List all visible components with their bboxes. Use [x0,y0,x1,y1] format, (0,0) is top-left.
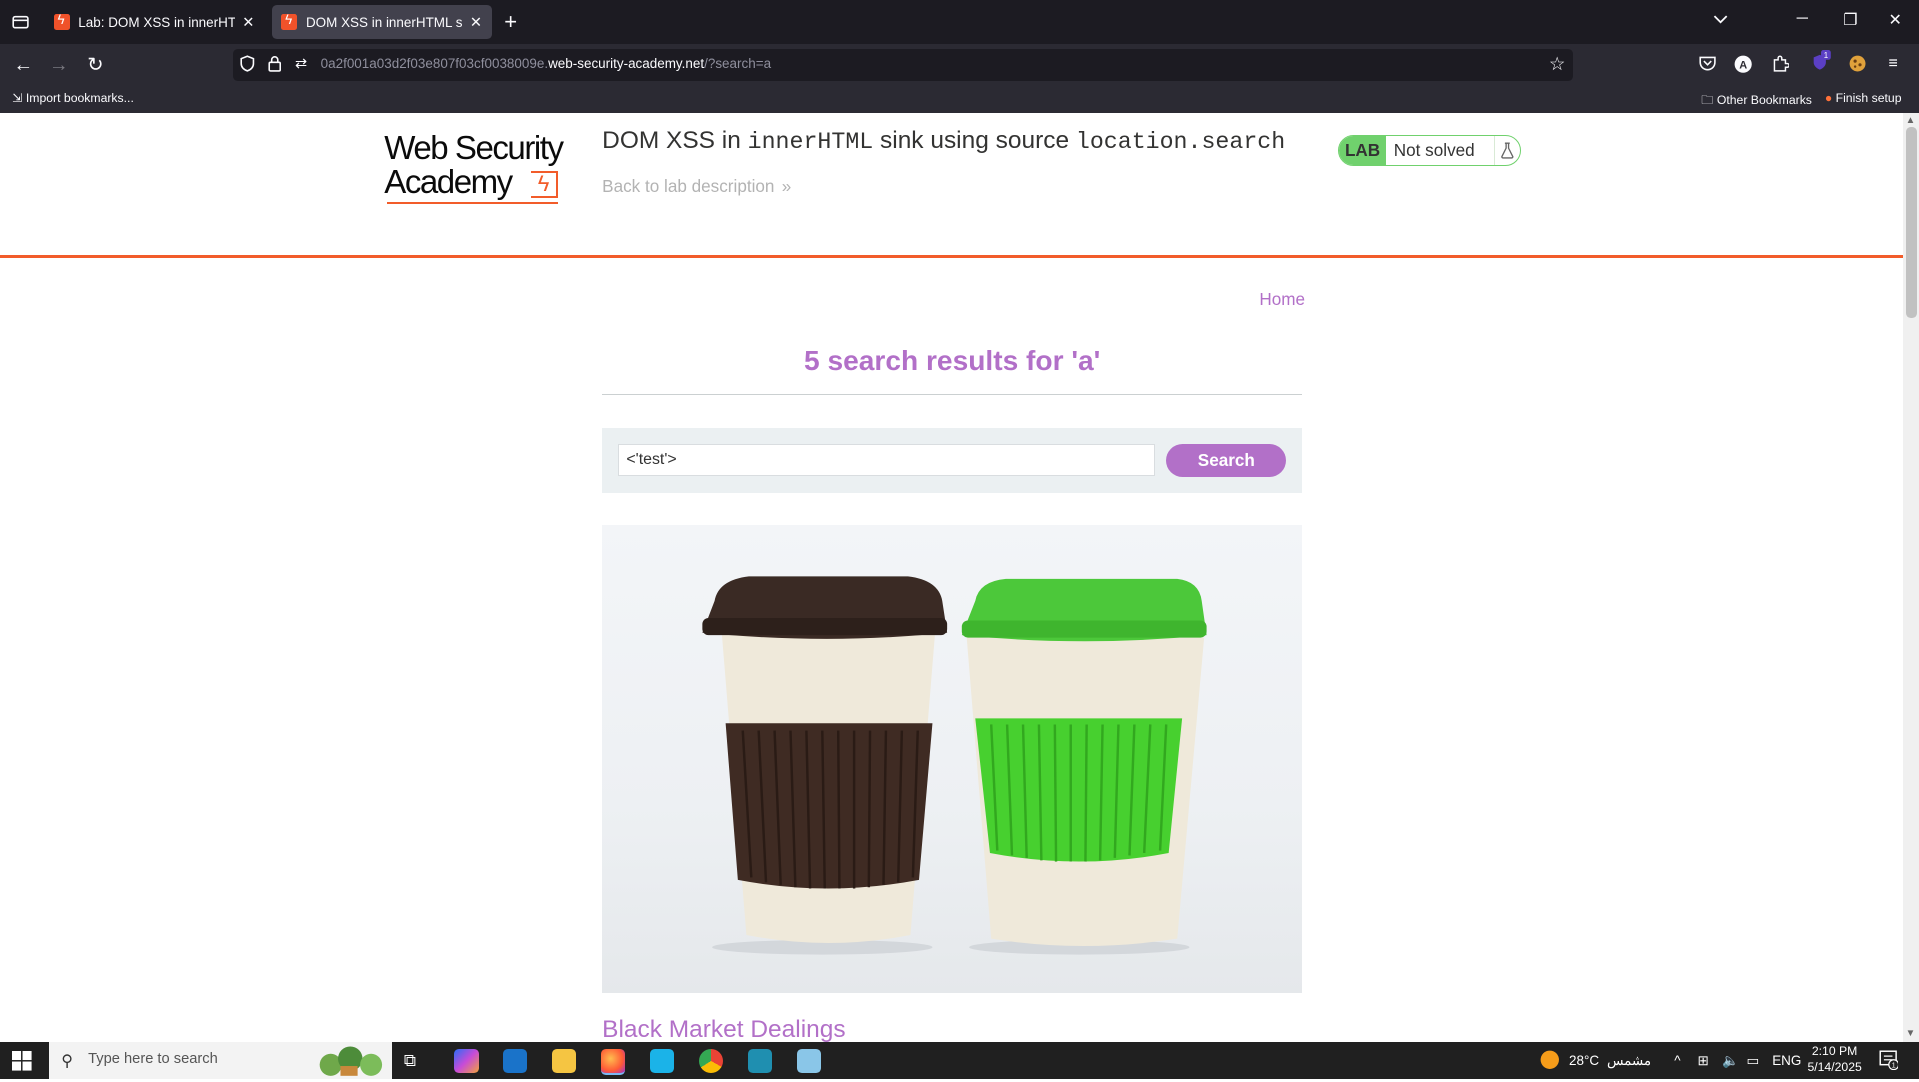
tab-overflow-chevron-icon[interactable] [1712,10,1729,32]
close-tab-icon[interactable]: ✕ [242,14,254,31]
page-content: Web Security Academy ϟ DOM XSS in innerH… [0,112,1904,1042]
temperature[interactable]: 28°C [1569,1053,1599,1068]
finish-setup-button[interactable]: ● Finish setup [1825,91,1902,105]
flask-icon [1495,136,1520,166]
lab-status-text: Not solved [1386,135,1496,166]
results-divider [602,394,1303,396]
windows-taskbar: ⚲ Type here to search ⧉ 28°C مشمس ^ ⊞ 🔈 … [0,1041,1919,1082]
post-title-link[interactable]: Black Market Dealings [602,1016,845,1042]
logo-underline [386,201,559,205]
search-button[interactable]: Search [1166,444,1287,478]
microsoft-store-icon[interactable] [503,1048,528,1074]
extension-badge-count: 1 [1824,51,1829,60]
search-highlight-icon [316,1044,387,1082]
extensions-puzzle-icon[interactable] [1772,55,1791,77]
lab-title: DOM XSS in innerHTML sink using source l… [602,127,1286,156]
tab-lab-active[interactable]: DOM XSS in innerHTML sink using source l… [271,4,492,40]
other-bookmarks-button[interactable]: 🗀 Other Bookmarks [1701,91,1812,112]
reload-icon[interactable]: ↻ [82,53,109,77]
tab-lab-description[interactable]: Lab: DOM XSS in innerHTML sink using sou… [44,5,264,39]
display-icon[interactable]: ▭ [1747,1053,1760,1069]
page-scrollbar[interactable]: ▲ ▼ [1903,112,1919,1042]
network-icon[interactable]: ⊞ [1698,1053,1709,1069]
taskbar-search-box[interactable]: ⚲ Type here to search [48,1041,392,1082]
logo-line1: Web Security [384,130,564,168]
close-tab-icon[interactable]: ✕ [470,14,482,31]
tab-list-icon[interactable] [7,9,34,36]
new-tab-icon[interactable]: + [504,9,517,34]
volume-icon[interactable]: 🔈 [1722,1053,1739,1069]
bookmark-star-icon[interactable]: ☆ [1549,53,1565,75]
portswigger-favicon-icon [281,12,298,30]
clock-time: 2:10 PM [1811,1043,1858,1058]
hamburger-menu-icon[interactable]: ≡ [1888,55,1897,73]
header-divider [0,254,1904,259]
coffee-cups-illustration [702,576,1207,955]
svg-text:A: A [1739,59,1747,71]
tray-overflow-chevron-icon[interactable]: ^ [1674,1053,1680,1068]
tracking-shield-icon[interactable] [240,55,255,76]
weather-sun-icon[interactable] [1540,1050,1560,1073]
browser-navigation-bar: ← → ↻ ⇄ 0a2f001a03d2f03e807f03cf0038009e… [0,44,1919,86]
folder-icon: 🗀 [1701,92,1717,107]
url-text: 0a2f001a03d2f03e807f03cf0038009e.web-sec… [320,56,772,72]
post-image[interactable] [602,525,1303,993]
import-bookmarks-button[interactable]: ⇲ Import bookmarks... [12,91,134,105]
tab-title: Lab: DOM XSS in innerHTML sink using sou… [78,14,235,30]
burp-suite-icon[interactable] [649,1048,675,1074]
finish-setup-label: Finish setup [1835,90,1902,105]
notes-app-icon[interactable] [796,1048,822,1074]
scrollbar-thumb[interactable] [1905,127,1917,319]
scroll-up-icon[interactable]: ▲ [1906,115,1916,126]
file-explorer-icon[interactable] [551,1048,577,1074]
permissions-icon[interactable]: ⇄ [295,55,307,72]
tab-title: DOM XSS in innerHTML sink using source l… [305,14,463,30]
search-results-heading: 5 search results for 'a' [804,345,1101,377]
notification-count: 1 [1891,1061,1895,1070]
web-security-academy-logo[interactable]: Web Security Academy ϟ [384,132,586,205]
home-link[interactable]: Home [1259,289,1305,310]
back-arrow-icon[interactable]: ← [10,53,37,77]
search-icon: ⚲ [61,1053,73,1071]
logo-bolt-icon: ϟ [531,171,559,199]
chrome-icon[interactable] [698,1048,724,1074]
forward-arrow-icon[interactable]: → [45,53,72,77]
search-form: Search [602,428,1303,494]
taskbar-search-placeholder: Type here to search [88,1051,218,1068]
search-input[interactable] [618,444,1156,477]
back-to-lab-description-link[interactable]: Back to lab description » [602,176,791,197]
lab-badge: LAB [1338,135,1387,166]
weather-condition[interactable]: مشمس [1607,1053,1651,1069]
import-icon: ⇲ [12,90,26,105]
import-bookmarks-label: Import bookmarks... [25,90,134,105]
double-chevron-right-icon: » [781,176,792,197]
firefox-taskbar-icon[interactable] [600,1048,626,1076]
restore-icon[interactable]: ❐ [1843,10,1857,30]
minimize-icon[interactable]: ─ [1797,10,1808,28]
clock-date: 5/14/2025 [1807,1059,1862,1074]
portswigger-favicon-icon [53,12,70,30]
back-link-label: Back to lab description [602,176,775,197]
other-bookmarks-label: Other Bookmarks [1716,92,1812,107]
pocket-icon[interactable] [1699,55,1716,76]
code-editor-icon[interactable] [747,1048,773,1074]
windows-start-icon[interactable] [12,1051,32,1071]
lab-status-widget: LAB Not solved [1337,134,1522,167]
browser-tab-bar: Lab: DOM XSS in innerHTML sink using sou… [0,0,1919,45]
address-bar[interactable]: ⇄ 0a2f001a03d2f03e807f03cf0038009e.web-s… [232,48,1573,81]
bookmarks-toolbar: ⇲ Import bookmarks... 🗀 Other Bookmarks … [0,85,1919,113]
extension-shield-icon[interactable]: 1 [1810,50,1832,79]
notification-center-icon[interactable]: 1 [1879,1050,1899,1073]
language-indicator[interactable]: ENG [1772,1053,1801,1068]
firefox-icon: ● [1824,90,1836,105]
account-avatar-icon[interactable]: A [1734,55,1752,78]
cookie-extension-icon[interactable] [1849,55,1866,77]
system-clock[interactable]: 2:10 PM 5/14/2025 [1799,1044,1870,1076]
copilot-icon[interactable] [454,1048,479,1074]
task-view-icon[interactable]: ⧉ [404,1050,428,1074]
close-window-icon[interactable]: ✕ [1888,10,1901,30]
lock-icon[interactable] [268,55,282,76]
scroll-down-icon[interactable]: ▼ [1906,1028,1916,1039]
